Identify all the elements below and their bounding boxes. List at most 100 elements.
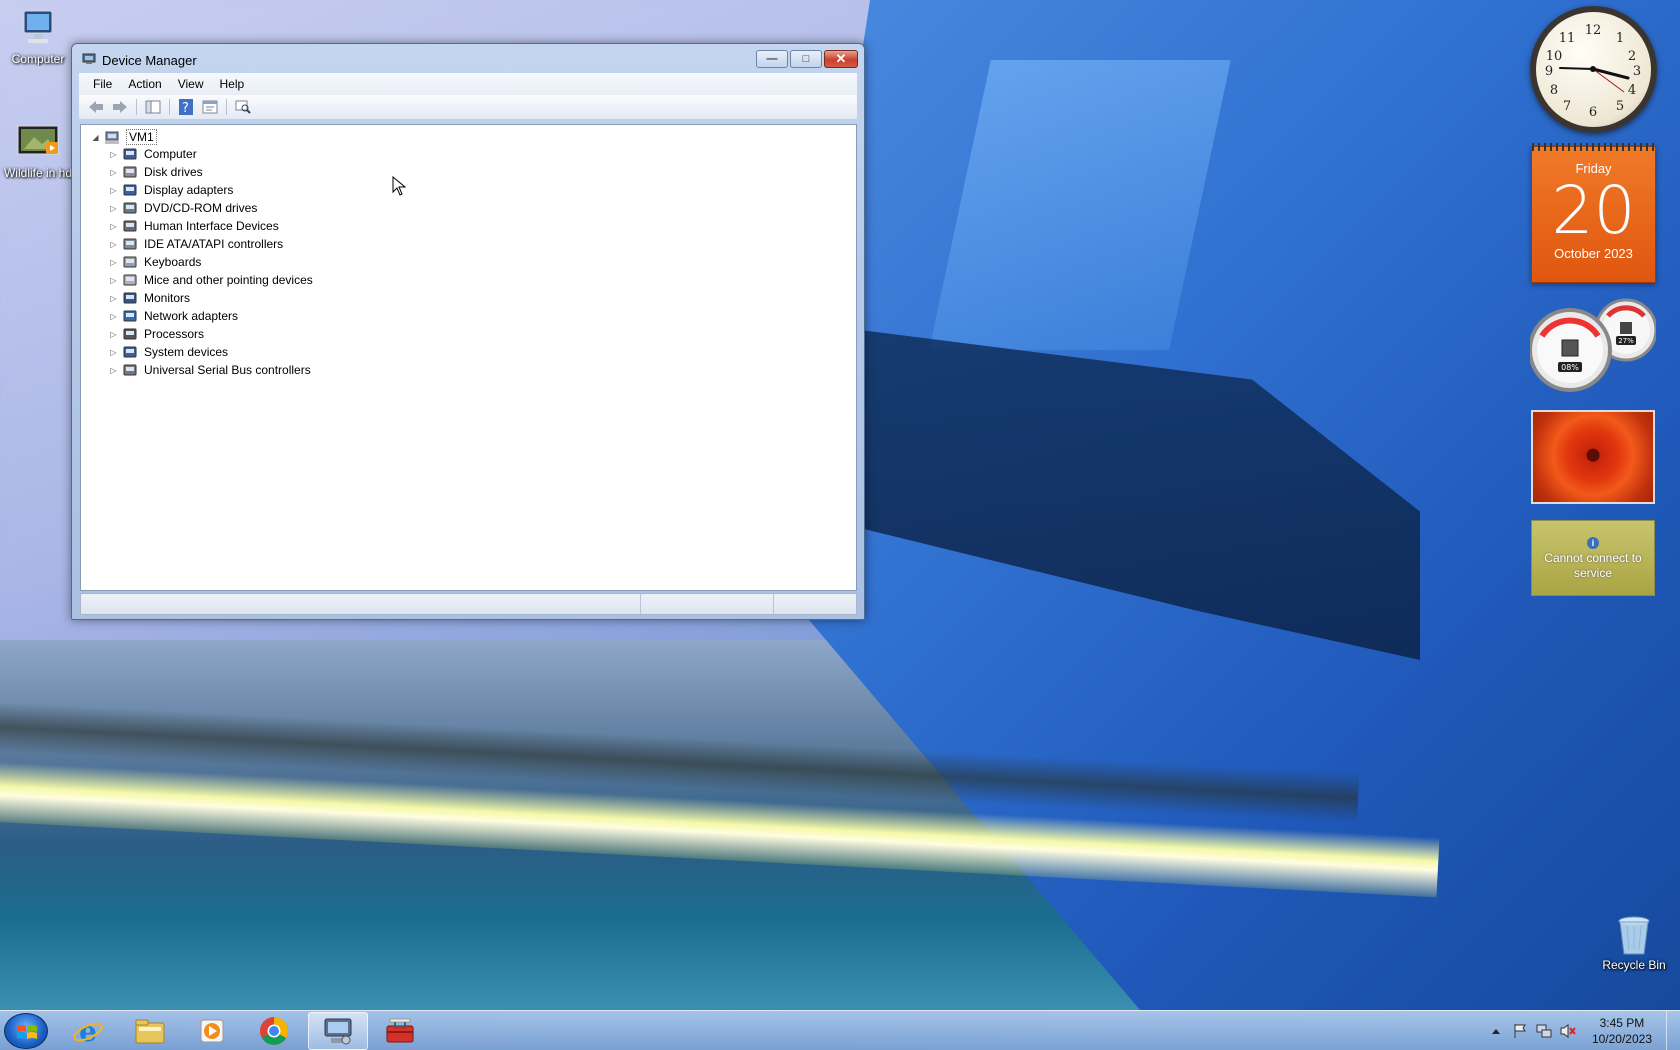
computer-icon: [16, 8, 60, 48]
media-player-icon: [200, 1019, 224, 1043]
expand-arrow-icon[interactable]: ▷: [109, 186, 118, 195]
toolbar-separator: [226, 99, 227, 115]
taskbar-media-player[interactable]: [182, 1012, 242, 1050]
menu-file[interactable]: File: [85, 77, 120, 91]
menu-action[interactable]: Action: [120, 77, 169, 91]
expand-arrow-icon[interactable]: ▷: [109, 204, 118, 213]
back-icon: [89, 101, 103, 113]
properties-icon: [202, 100, 218, 114]
expand-arrow-icon[interactable]: ▷: [109, 168, 118, 177]
file-explorer-icon: [135, 1019, 165, 1044]
svg-text:e: e: [79, 1015, 97, 1047]
tree-category-item[interactable]: ▷ Universal Serial Bus controllers: [109, 361, 311, 379]
help-button[interactable]: ?: [175, 97, 197, 117]
toolbar-separator: [136, 99, 137, 115]
desktop-icon-recycle-bin[interactable]: Recycle Bin: [1596, 914, 1672, 972]
device-tree[interactable]: ◢ VM1 ▷ Computer ▷ Disk drives ▷ Display adap…: [80, 124, 857, 591]
taskbar-chrome[interactable]: [244, 1012, 304, 1050]
calendar-gadget[interactable]: Friday 20 October 2023: [1531, 143, 1656, 283]
expand-arrow-icon[interactable]: ▷: [109, 294, 118, 303]
expand-arrow-icon[interactable]: ▷: [109, 150, 118, 159]
show-hide-console-tree-button[interactable]: [142, 97, 164, 117]
taskbar-clock[interactable]: 3:45 PM 10/20/2023: [1592, 1015, 1652, 1047]
menu-view[interactable]: View: [170, 77, 212, 91]
tree-category-item[interactable]: ▷ Mice and other pointing devices: [109, 271, 313, 289]
taskbar-file-explorer[interactable]: [120, 1012, 180, 1050]
tree-category-item[interactable]: ▷ Display adapters: [109, 181, 233, 199]
chevron-up-icon: [1491, 1029, 1500, 1034]
desktop-icon-label: Computer: [11, 52, 65, 66]
start-button[interactable]: [4, 1013, 48, 1049]
device-category-icon: [123, 364, 137, 376]
properties-button[interactable]: [199, 97, 221, 117]
device-category-icon: [123, 328, 137, 340]
title-bar[interactable]: Device Manager — □ ✕: [72, 44, 864, 72]
show-desktop-button[interactable]: [1666, 1011, 1680, 1050]
desktop-icon-video[interactable]: Wildlife in hd: [0, 122, 76, 180]
device-category-icon: [123, 292, 137, 304]
expand-arrow-icon[interactable]: ▷: [109, 258, 118, 267]
memory-readout: 27%: [1618, 337, 1634, 345]
expand-arrow-icon[interactable]: ▷: [109, 348, 118, 357]
calendar-binding: [1532, 143, 1655, 151]
device-manager-window[interactable]: Device Manager — □ ✕ File Action View He…: [71, 43, 865, 620]
maximize-button[interactable]: □: [790, 50, 822, 68]
taskbar-device-manager[interactable]: [308, 1012, 368, 1050]
tree-category-item[interactable]: ▷ Processors: [109, 325, 204, 343]
tree-category-item[interactable]: ▷ Keyboards: [109, 253, 201, 271]
taskbar-toolbox[interactable]: [370, 1012, 430, 1050]
tree-category-item[interactable]: ▷ IDE ATA/ATAPI controllers: [109, 235, 283, 253]
tree-category-item[interactable]: ▷ Human Interface Devices: [109, 217, 278, 235]
close-button[interactable]: ✕: [824, 50, 858, 68]
expand-arrow-icon[interactable]: ▷: [109, 276, 118, 285]
expand-arrow-icon[interactable]: ▷: [109, 312, 118, 321]
tree-category-item[interactable]: ▷ System devices: [109, 343, 228, 361]
tree-category-label: Keyboards: [144, 255, 202, 269]
show-hidden-icons-button[interactable]: [1488, 1023, 1504, 1039]
tree-category-label: Universal Serial Bus controllers: [144, 363, 311, 377]
tree-category-item[interactable]: ▷ Disk drives: [109, 163, 203, 181]
tree-category-label: Disk drives: [144, 165, 203, 179]
taskbar-date: 10/20/2023: [1591, 1032, 1652, 1046]
svg-text:9: 9: [1545, 64, 1553, 79]
windows-logo-icon: [17, 1025, 37, 1039]
expand-arrow-icon[interactable]: ▷: [109, 366, 118, 375]
tree-category-item[interactable]: ▷ DVD/CD-ROM drives: [109, 199, 257, 217]
tree-category-label: Display adapters: [144, 183, 234, 197]
recycle-bin-icon: [1612, 914, 1656, 955]
desktop-icon-computer[interactable]: Computer: [0, 8, 76, 66]
back-button[interactable]: [85, 97, 107, 117]
taskbar-internet-explorer[interactable]: e: [58, 1012, 118, 1050]
close-icon: ✕: [835, 51, 847, 66]
weather-gadget[interactable]: i Cannot connect to service: [1531, 520, 1655, 596]
tree-category-label: Mice and other pointing devices: [144, 273, 313, 287]
calendar-day-number: 20: [1551, 172, 1636, 249]
svg-text:5: 5: [1616, 99, 1624, 114]
volume-tray[interactable]: [1560, 1023, 1576, 1039]
tree-category-item[interactable]: ▷ Computer: [109, 145, 196, 163]
action-center-tray[interactable]: [1512, 1023, 1528, 1039]
collapse-arrow-icon[interactable]: ◢: [91, 133, 100, 142]
expand-arrow-icon[interactable]: ▷: [109, 240, 118, 249]
toolbox-icon: [386, 1018, 414, 1043]
clock-gadget[interactable]: 12 1 2 3 45 6 78 9 10 11: [1530, 6, 1657, 133]
taskbar-time: 3:45 PM: [1599, 1016, 1645, 1030]
video-file-icon: [16, 122, 60, 162]
device-category-icon: [123, 220, 137, 232]
forward-button[interactable]: [109, 97, 131, 117]
tree-root[interactable]: ◢ VM1: [91, 128, 157, 146]
tree-category-item[interactable]: ▷ Monitors: [109, 289, 190, 307]
svg-text:4: 4: [1628, 83, 1636, 98]
minimize-button[interactable]: —: [756, 50, 788, 68]
slideshow-gadget[interactable]: [1531, 410, 1655, 504]
menu-help[interactable]: Help: [212, 77, 253, 91]
toolbar: ?: [79, 95, 857, 120]
expand-arrow-icon[interactable]: ▷: [109, 330, 118, 339]
expand-arrow-icon[interactable]: ▷: [109, 222, 118, 231]
svg-text:10: 10: [1546, 49, 1563, 64]
network-tray[interactable]: [1536, 1023, 1552, 1039]
cpu-meter-gadget[interactable]: 27% 08%: [1528, 298, 1658, 394]
scan-hardware-button[interactable]: [232, 97, 254, 117]
tree-category-item[interactable]: ▷ Network adapters: [109, 307, 238, 325]
scan-hardware-icon: [235, 100, 251, 114]
